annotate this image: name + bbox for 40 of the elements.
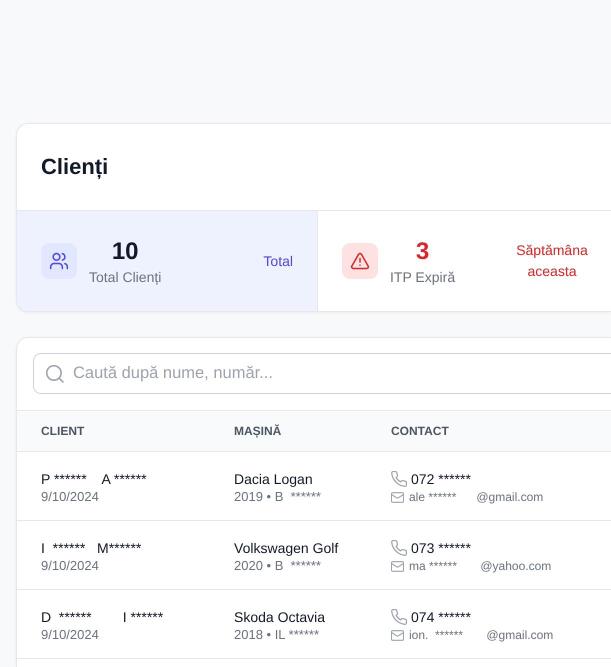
mail-icon [391, 492, 404, 502]
client-name: I ****** M****** [41, 539, 142, 558]
car-model: Volkswagen Golf [234, 539, 338, 558]
phone-number: 074 ****** [411, 608, 471, 627]
client-date: 9/10/2024 [41, 627, 99, 643]
client-name: P ****** A ****** [41, 470, 147, 489]
stat-value: 3 [416, 238, 430, 266]
phone-icon [391, 471, 407, 487]
car-details: 2020 • B ****** [234, 558, 321, 574]
client-date: 9/10/2024 [41, 558, 99, 574]
column-header: CLIENT [41, 423, 84, 439]
mail-icon [391, 630, 404, 640]
stat-card[interactable]: 10 Total Clienți Total [17, 211, 318, 311]
column-header: MAȘINĂ [234, 423, 282, 439]
search-field[interactable]: Caută după nume, număr... [33, 353, 611, 394]
stat-caption: Săptămâna aceasta [515, 241, 589, 281]
client-date: 9/10/2024 [41, 489, 99, 505]
stat-label: Total Clienți [89, 268, 162, 286]
phone-number: 072 ****** [411, 470, 471, 489]
users-icon [41, 243, 77, 279]
client-name: D ****** I ****** [41, 608, 164, 627]
email-address: ion. ****** @gmail.com [409, 627, 554, 643]
email-address: ma ****** @yahoo.com [409, 558, 552, 574]
stat-card[interactable]: 3 ITP Expiră Săptămâna aceasta [318, 211, 611, 311]
phone-icon [391, 609, 407, 625]
car-details: 2019 • B ****** [234, 489, 321, 505]
car-model: Skoda Octavia [234, 608, 326, 627]
column-header: CONTACT [391, 423, 449, 439]
mail-icon [391, 560, 404, 572]
stat-caption: Total [263, 252, 293, 270]
warning-icon [342, 243, 378, 279]
car-details: 2018 • IL ****** [234, 627, 320, 643]
search-icon [46, 364, 64, 382]
phone-number: 073 ****** [411, 539, 471, 558]
email-address: ale ****** @gmail.com [409, 489, 544, 505]
page-title: Clienți [41, 153, 108, 181]
phone-icon [391, 540, 407, 556]
car-model: Dacia Logan [234, 470, 313, 489]
stat-value: 10 [112, 238, 139, 266]
stat-label: ITP Expiră [390, 268, 456, 286]
